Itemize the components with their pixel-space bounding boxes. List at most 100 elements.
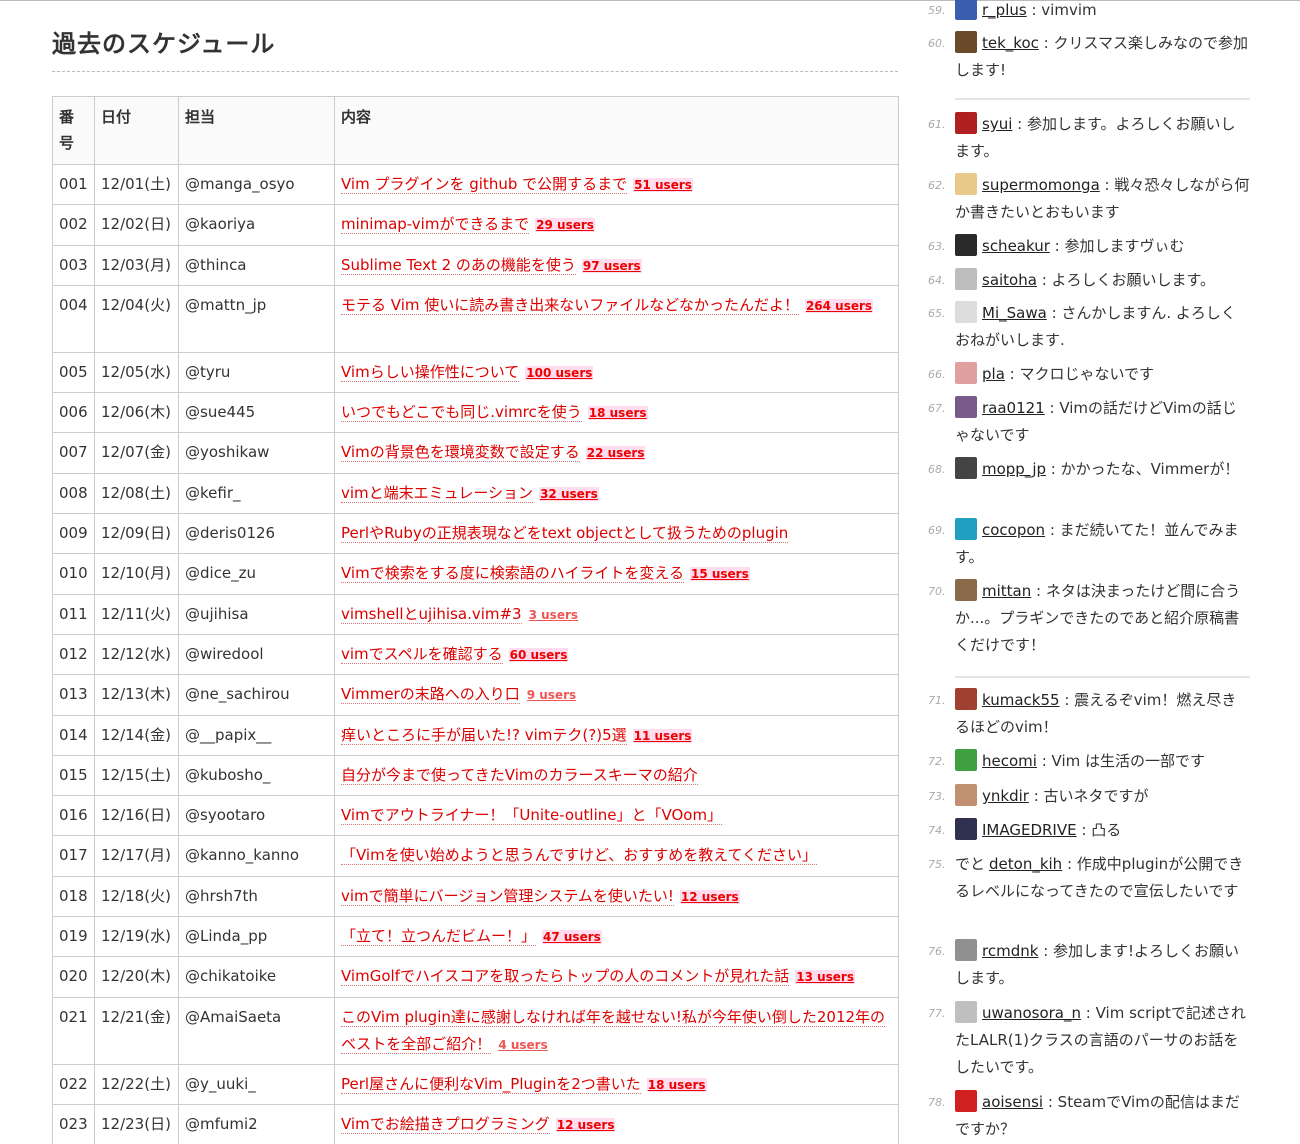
entry-title-link[interactable]: 痒いところに手が届いた!? vimテク(?)5選	[341, 725, 627, 745]
bookmark-users-badge[interactable]: 18 users	[587, 406, 648, 421]
participant-username-link[interactable]: aoisensi	[982, 1093, 1043, 1111]
participant-entry: 60. tek_koc : クリスマス楽しみなので参加します!	[928, 30, 1250, 84]
entry-title-link[interactable]: vimと端末エミュレーション	[341, 483, 534, 503]
participant-username-link[interactable]: tek_koc	[982, 34, 1039, 52]
row-content: Vim プラグインを github で公開するまで 51 users	[334, 163, 899, 206]
row-date: 12/16(日)	[94, 795, 179, 837]
avatar-icon[interactable]	[955, 1001, 977, 1023]
entry-title-link[interactable]: Vimらしい操作性について	[341, 362, 520, 382]
entry-title-link[interactable]: Vimmerの末路への入り口	[341, 685, 520, 705]
entry-title-link[interactable]: 「Vimを使い始めようと思うんですけど、おすすめを教えてください」	[341, 846, 818, 866]
bookmark-users-badge[interactable]: 97 users	[581, 258, 642, 273]
entry-title-link[interactable]: vimでスペルを確認する	[341, 644, 503, 664]
bookmark-users-badge[interactable]: 12 users	[555, 1117, 616, 1132]
participant-username-link[interactable]: deton_kih	[989, 855, 1062, 873]
avatar-icon[interactable]	[955, 1090, 977, 1112]
entry-title-link[interactable]: Vimでアウトライナー！「Unite-outline」と「VOom」	[341, 806, 723, 826]
participant-username-link[interactable]: scheakur	[982, 237, 1050, 255]
entry-title-link[interactable]: このVim plugin達に感謝しなければ年を越せない!私が今年使い倒した201…	[341, 1007, 886, 1054]
bookmark-users-badge[interactable]: 11 users	[632, 728, 693, 743]
entry-title-link[interactable]: minimap-vimができるまで	[341, 215, 530, 235]
avatar-icon[interactable]	[955, 268, 977, 290]
avatar-icon[interactable]	[955, 362, 977, 384]
bookmark-users-badge[interactable]: 264 users	[804, 298, 874, 313]
row-assignee: @mfumi2	[178, 1103, 335, 1144]
avatar-icon[interactable]	[955, 301, 977, 323]
participant-username-link[interactable]: ynkdir	[982, 787, 1029, 805]
row-content: Perl屋さんに便利なVim_Pluginを2つ書いた 18 users	[334, 1063, 899, 1105]
entry-prefix: でと	[955, 855, 986, 873]
bookmark-users-badge[interactable]: 100 users	[525, 365, 594, 380]
avatar-icon[interactable]	[955, 818, 977, 840]
avatar-icon[interactable]	[955, 396, 977, 418]
participant-username-link[interactable]: IMAGEDRIVE	[982, 821, 1077, 839]
entry-title-link[interactable]: Vimでお絵描きプログラミング	[341, 1114, 550, 1134]
participant-entry: 59. r_plus : vimvim	[928, 0, 1250, 24]
entry-title-link[interactable]: Vim プラグインを github で公開するまで	[341, 175, 628, 194]
entry-number: 68.	[928, 463, 946, 476]
participant-username-link[interactable]: r_plus	[982, 1, 1027, 19]
entry-title-link[interactable]: Vimの背景色を環境変数で設定する	[341, 443, 580, 463]
participant-username-link[interactable]: rcmdnk	[982, 942, 1038, 960]
avatar-icon[interactable]	[955, 31, 977, 53]
avatar-icon[interactable]	[955, 939, 977, 961]
participant-username-link[interactable]: cocopon	[982, 521, 1045, 539]
row-number: 007	[52, 432, 95, 474]
participant-username-link[interactable]: kumack55	[982, 691, 1060, 709]
participant-username-link[interactable]: supermomonga	[982, 176, 1100, 194]
participant-username-link[interactable]: pla	[982, 365, 1005, 383]
participant-entry: 78. aoisensi : SteamでVimの配信はまだですか？	[928, 1089, 1250, 1143]
participant-username-link[interactable]: mopp_jp	[982, 460, 1046, 478]
entry-title-link[interactable]: 自分が今まで使ってきたVimのカラースキーマの紹介	[341, 765, 698, 785]
avatar-icon[interactable]	[955, 234, 977, 256]
bookmark-users-badge[interactable]: 15 users	[689, 567, 750, 582]
avatar-icon[interactable]	[955, 688, 977, 710]
bookmark-users-badge[interactable]: 13 users	[795, 970, 855, 985]
bookmark-users-badge[interactable]: 60 users	[508, 647, 569, 662]
bookmark-users-badge[interactable]: 18 users	[646, 1077, 707, 1092]
avatar-icon[interactable]	[955, 112, 977, 134]
table-row: 014 12/14(金) @__papix__ 痒いところに手が届いた!? vimテク…	[52, 714, 899, 756]
bookmark-users-badge[interactable]: 22 users	[585, 446, 646, 461]
entry-title-link[interactable]: モテる Vim 使いに読み書き出来ないファイルなどなかったんだよ！	[341, 295, 799, 315]
avatar-icon[interactable]	[955, 0, 977, 20]
entry-title-link[interactable]: PerlやRubyの正規表現などをtext objectとして扱うためのplug…	[341, 524, 789, 544]
entry-title-link[interactable]: いつでもどこでも同じ.vimrcを使う	[341, 403, 582, 423]
participant-username-link[interactable]: hecomi	[982, 752, 1037, 770]
entry-title-link[interactable]: Sublime Text 2 のあの機能を使う	[341, 255, 576, 275]
participant-username-link[interactable]: saitoha	[982, 271, 1037, 289]
entry-title-link[interactable]: Vimで検索をする度に検索語のハイライトを変える	[341, 564, 684, 584]
separator: :	[1038, 942, 1054, 960]
avatar-icon[interactable]	[955, 173, 977, 195]
entry-title-link[interactable]: 「立て！立つんだビムー！」	[341, 927, 537, 947]
avatar-icon[interactable]	[955, 784, 977, 806]
bookmark-users-badge[interactable]: 47 users	[542, 930, 602, 945]
main-column: 過去のスケジュール 番号 日付 担当 内容 001 12/01(土) @manga_…	[52, 0, 899, 1144]
participant-username-link[interactable]: syui	[982, 115, 1012, 133]
bookmark-users-badge[interactable]: 12 users	[679, 889, 740, 904]
avatar-icon[interactable]	[955, 518, 977, 540]
entry-title-link[interactable]: VimGolfでハイスコアを取ったらトップの人のコメントが見れた話	[341, 967, 790, 987]
bookmark-users-badge[interactable]: 3 users	[528, 608, 579, 622]
bookmark-users-badge[interactable]: 32 users	[539, 486, 599, 501]
participant-username-link[interactable]: uwanosora_n	[982, 1004, 1081, 1022]
avatar-icon[interactable]	[955, 579, 977, 601]
bookmark-users-badge[interactable]: 29 users	[535, 218, 595, 233]
avatar-icon[interactable]	[955, 749, 977, 771]
participant-username-link[interactable]: raa0121	[982, 399, 1045, 417]
entry-title-link[interactable]: Perl屋さんに便利なVim_Pluginを2つ書いた	[341, 1074, 641, 1094]
row-assignee: @dice_zu	[178, 553, 335, 595]
entry-title-link[interactable]: vimで簡単にバージョン管理システムを使いたい!	[341, 886, 674, 906]
row-number: 017	[52, 835, 95, 877]
participant-username-link[interactable]: Mi_Sawa	[982, 304, 1047, 322]
entry-title-link[interactable]: vimshellとujihisa.vim#3	[341, 604, 522, 624]
participant-username-link[interactable]: mittan	[982, 582, 1031, 600]
header-assignee: 担当	[178, 96, 335, 165]
bookmark-users-badge[interactable]: 51 users	[633, 178, 693, 192]
avatar-icon[interactable]	[955, 457, 977, 479]
entry-body: saitoha : よろしくお願いします。	[928, 267, 1250, 294]
bookmark-users-badge[interactable]: 9 users	[526, 688, 577, 702]
table-row: 013 12/13(木) @ne_sachirou Vimmerの末路への入り口 9 u…	[52, 674, 899, 716]
bookmark-users-badge[interactable]: 4 users	[497, 1038, 548, 1052]
row-content: 「Vimを使い始めようと思うんですけど、おすすめを教えてください」	[334, 835, 899, 877]
